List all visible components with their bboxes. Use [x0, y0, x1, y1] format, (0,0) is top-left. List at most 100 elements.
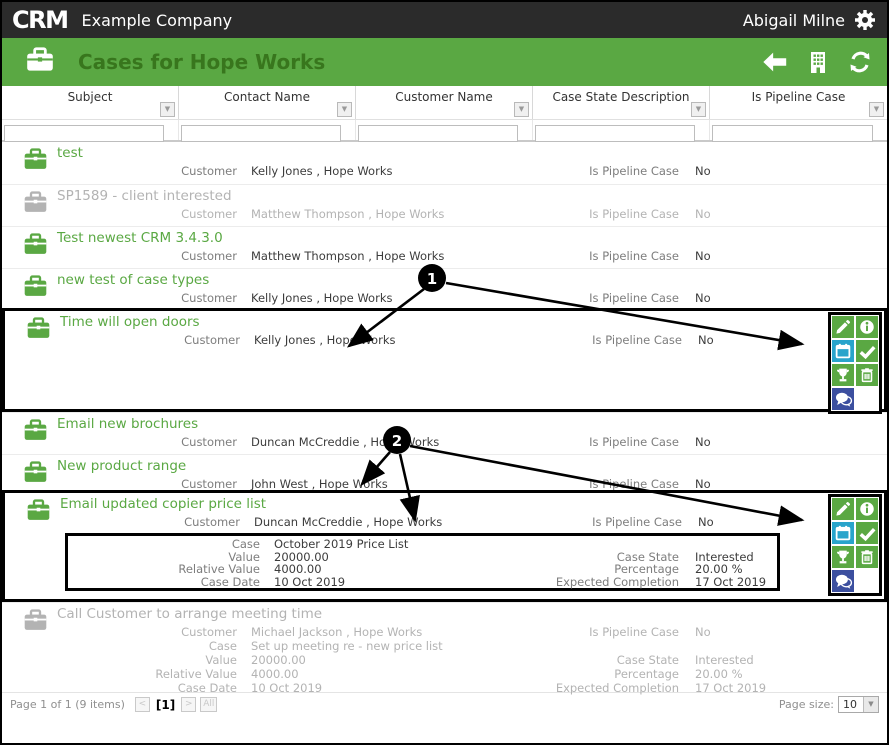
case-row-call-customer-to-arrange-meeting-time[interactable]: Call Customer to arrange meeting time Cus…: [2, 602, 887, 695]
field-label: Customer: [184, 333, 240, 347]
complete-check-icon[interactable]: [856, 340, 878, 362]
field-value: No: [698, 333, 714, 347]
filter-input-customer-name[interactable]: [358, 124, 518, 142]
column-filter-icon[interactable]: ▼: [337, 102, 352, 117]
case-row-new-product-range[interactable]: New product range Customer John West , Hop…: [2, 454, 887, 491]
case-detail-line: Customer Matthew Thompson , Hope Works Is …: [2, 207, 887, 222]
field-value: 17 Oct 2019: [695, 681, 767, 695]
delete-trash-icon[interactable]: [856, 364, 878, 386]
column-header-label: Subject: [67, 90, 113, 104]
field-label: Customer: [181, 207, 237, 221]
pager-next-button[interactable]: >: [181, 697, 197, 712]
field-label: Expected Completion: [555, 681, 679, 695]
filter-input-case-state-description[interactable]: [535, 124, 695, 142]
case-detail-line: Customer Matthew Thompson , Hope Works Is …: [2, 249, 887, 264]
case-subject-link[interactable]: Email new brochures: [57, 416, 887, 435]
calendar-icon[interactable]: [832, 340, 854, 362]
column-header-subject[interactable]: Subject ▼: [2, 86, 179, 119]
back-arrow-icon[interactable]: [761, 49, 789, 75]
refresh-icon[interactable]: [847, 49, 873, 75]
right-field: Expected Completion 17 Oct 2019: [452, 681, 766, 695]
case-subject-link[interactable]: Email updated copier price list: [60, 496, 884, 515]
filter-input-contact-name[interactable]: [181, 124, 341, 142]
case-subject-link[interactable]: Call Customer to arrange meeting time: [57, 606, 887, 625]
pager-current-page[interactable]: [1]: [156, 698, 175, 712]
case-detail-line: Customer Michael Jackson , Hope Works Is P…: [2, 625, 887, 639]
field-label: Customer: [181, 249, 237, 263]
field-label: Is Pipeline Case: [589, 207, 679, 221]
right-field: Is Pipeline Case No: [452, 164, 710, 178]
field-value: Kelly Jones , Hope Works: [251, 164, 393, 178]
case-row-new-test-of-case-types[interactable]: new test of case types Customer Kelly Jone…: [2, 268, 887, 308]
complete-check-icon[interactable]: [856, 522, 878, 544]
case-detail-line: Customer Duncan McCreddie , Hope Works Is …: [2, 435, 887, 450]
page-size-select[interactable]: 10 ▼: [838, 696, 879, 713]
field-value: 17 Oct 2019: [695, 574, 767, 589]
case-row-test[interactable]: test Customer Kelly Jones , Hope Works Is P…: [2, 142, 887, 184]
chat-bubbles-icon[interactable]: [832, 388, 854, 410]
case-row-email-new-brochures[interactable]: Email new brochures Customer Duncan McCred…: [2, 412, 887, 454]
right-field: Is Pipeline Case No: [452, 477, 710, 491]
pager-all-button[interactable]: All: [200, 697, 218, 712]
page-size-label: Page size:: [778, 698, 834, 711]
edit-pencil-icon[interactable]: [832, 498, 854, 520]
case-row-email-updated-copier-price-list[interactable]: Email updated copier price list Customer D…: [2, 490, 887, 602]
case-detail-line: Case Set up meeting re - new price list: [2, 639, 887, 653]
info-icon[interactable]: [856, 498, 878, 520]
delete-trash-icon[interactable]: [856, 546, 878, 568]
case-row-sp1589-client-interested[interactable]: SP1589 - client interested Customer Matthe…: [2, 184, 887, 226]
column-header-label: Case State Description: [552, 90, 690, 104]
field-label: Is Pipeline Case: [589, 477, 679, 491]
case-row-time-will-open-doors[interactable]: Time will open doors Customer Kelly Jones …: [2, 308, 887, 414]
case-subject-link[interactable]: new test of case types: [57, 272, 887, 291]
case-detail-line: Case Date 10 Oct 2019 Expected Completion 1…: [2, 681, 887, 695]
field-label: Customer: [181, 477, 237, 491]
crm-logo: CRM: [12, 6, 69, 34]
column-header-label: Is Pipeline Case: [751, 90, 846, 104]
case-detail-line: Case October 2019 Price List: [68, 537, 777, 551]
column-header-row: Subject ▼ Contact Name ▼ Customer Name ▼ Case …: [2, 86, 887, 120]
field-value: Interested: [695, 653, 754, 667]
field-value: 20000.00: [251, 653, 306, 667]
pager-summary: Page 1 of 1 (9 items): [10, 698, 125, 711]
win-trophy-icon[interactable]: [832, 364, 854, 386]
field-value: Matthew Thompson , Hope Works: [251, 207, 445, 221]
case-subject-link[interactable]: SP1589 - client interested: [57, 188, 887, 207]
column-filter-icon[interactable]: ▼: [869, 102, 884, 117]
case-detail-line: Relative Value 4000.00 Percentage 20.00 %: [68, 562, 777, 576]
win-trophy-icon[interactable]: [832, 546, 854, 568]
case-row-test-newest-crm-3-4-3-0[interactable]: Test newest CRM 3.4.3.0 Customer Matthew T…: [2, 226, 887, 268]
calendar-icon[interactable]: [832, 522, 854, 544]
case-subject-link[interactable]: Time will open doors: [60, 314, 884, 333]
field-value: 10 Oct 2019: [274, 574, 346, 589]
case-subject-link[interactable]: Test newest CRM 3.4.3.0: [57, 230, 887, 249]
field-label: Is Pipeline Case: [589, 625, 679, 639]
field-label: Is Pipeline Case: [592, 333, 682, 347]
field-label: Is Pipeline Case: [592, 515, 682, 529]
chat-bubbles-icon[interactable]: [832, 570, 854, 592]
column-header-contact-name[interactable]: Contact Name ▼: [179, 86, 356, 119]
column-filter-icon[interactable]: ▼: [160, 102, 175, 117]
page-size-dropdown-icon[interactable]: ▼: [863, 697, 878, 712]
info-icon[interactable]: [856, 316, 878, 338]
column-header-customer-name[interactable]: Customer Name ▼: [356, 86, 533, 119]
case-subject-link[interactable]: New product range: [57, 458, 887, 477]
right-field: Is Pipeline Case No: [455, 333, 714, 347]
pager-prev-button[interactable]: <: [134, 697, 150, 712]
field-value: No: [695, 435, 711, 449]
pager-bar: Page 1 of 1 (9 items) < [1] > All Page s…: [2, 692, 887, 716]
filter-input-is-pipeline-case[interactable]: [712, 124, 873, 142]
field-value: 20.00 %: [695, 667, 743, 681]
column-filter-icon[interactable]: ▼: [514, 102, 529, 117]
field-value: No: [695, 625, 711, 639]
column-header-case-state-description[interactable]: Case State Description ▼: [533, 86, 710, 119]
column-header-label: Contact Name: [224, 90, 310, 104]
filter-input-subject[interactable]: [4, 124, 164, 142]
column-filter-icon[interactable]: ▼: [691, 102, 706, 117]
field-label: Relative Value: [155, 667, 237, 681]
column-header-is-pipeline-case[interactable]: Is Pipeline Case ▼: [710, 86, 887, 119]
case-subject-link[interactable]: test: [57, 145, 887, 164]
company-building-icon[interactable]: [805, 49, 831, 75]
edit-pencil-icon[interactable]: [832, 316, 854, 338]
settings-gear-icon[interactable]: [853, 8, 877, 32]
